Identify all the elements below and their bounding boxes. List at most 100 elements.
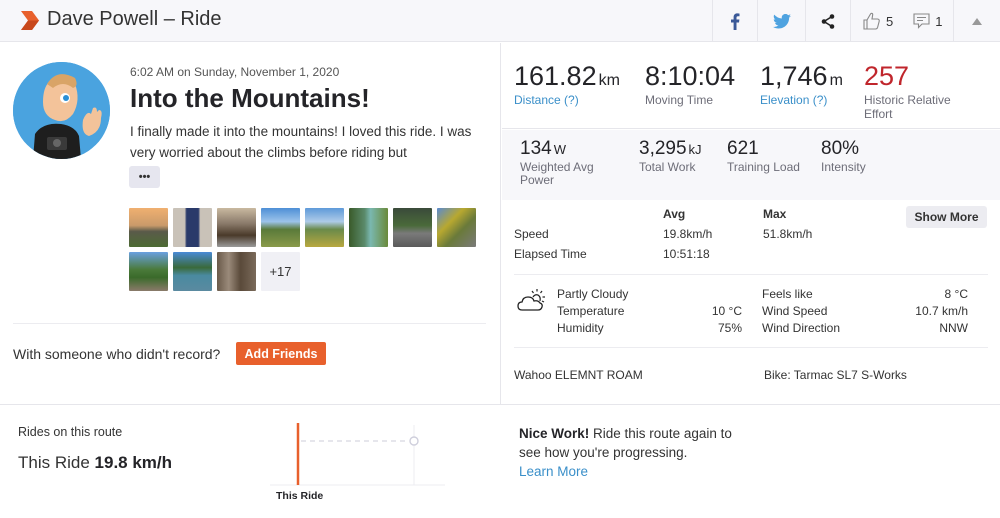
stat-value: 8:10:04 — [645, 61, 736, 91]
twitter-share-button[interactable] — [757, 0, 805, 42]
share-icon — [821, 13, 835, 29]
partly-cloudy-icon — [517, 289, 545, 311]
stat-value: 3,295 — [639, 138, 687, 159]
stat-value: 621 — [727, 138, 759, 159]
stat-distance: 161.82 km Distance (?) — [514, 61, 620, 107]
stat-elevation: 1,746 m Elevation (?) — [760, 61, 843, 107]
photo-thumbnail[interactable] — [173, 208, 212, 247]
stat-unit: m — [829, 72, 843, 89]
distance-help-link[interactable]: Distance (?) — [514, 93, 620, 107]
stat-label: Weighted Avg Power — [520, 160, 594, 187]
add-friends-button[interactable]: Add Friends — [236, 342, 326, 365]
this-ride-speed: This Ride 19.8 km/h — [18, 453, 172, 473]
thumbs-up-icon — [863, 12, 880, 30]
activity-stats: 161.82 km Distance (?) 8:10:04 Moving Tim… — [502, 43, 1000, 405]
divider — [13, 323, 486, 324]
stat-value: 161.82 — [514, 61, 597, 91]
photo-grid: +17 — [129, 208, 479, 291]
photo-thumbnail[interactable] — [129, 208, 168, 247]
secondary-stats: 134 W Weighted Avg Power 3,295 kJ Total Wo… — [502, 130, 1000, 200]
bike-name[interactable]: Bike: Tarmac SL7 S-Works — [764, 368, 907, 382]
comments-button[interactable]: 1 — [913, 13, 942, 29]
row-label-elapsed-time: Elapsed Time — [514, 247, 587, 261]
stat-value: 1,746 — [760, 61, 828, 91]
device-name: Wahoo ELEMNT ROAM — [514, 368, 643, 382]
stat-moving-time: 8:10:04 Moving Time — [645, 61, 735, 107]
nice-work-heading: Nice Work! — [519, 426, 590, 441]
stat-label: Historic Relative Effort — [864, 93, 951, 121]
facebook-icon — [731, 12, 740, 30]
stat-value: 134 — [520, 138, 552, 159]
photo-thumbnail[interactable] — [217, 208, 256, 247]
comments-count: 1 — [935, 13, 943, 29]
rides-on-route-label: Rides on this route — [18, 425, 123, 439]
activity-summary: 6:02 AM on Sunday, November 1, 2020 Into… — [0, 43, 501, 405]
stat-unit: km — [598, 72, 620, 89]
elevation-help-link[interactable]: Elevation (?) — [760, 93, 843, 107]
add-friends-prompt: With someone who didn't record? — [13, 346, 221, 362]
caret-up-icon — [972, 17, 982, 25]
this-ride-speed-value: 19.8 km/h — [94, 453, 173, 472]
photo-thumbnail[interactable] — [437, 208, 476, 247]
activity-date: 6:02 AM on Sunday, November 1, 2020 — [130, 65, 340, 79]
chart-future-point — [409, 436, 419, 446]
comment-icon — [913, 13, 930, 29]
stat-intensity: 80% Intensity — [821, 138, 866, 174]
humidity-value: 75% — [717, 321, 742, 335]
this-ride-prefix: This Ride — [18, 453, 90, 472]
photo-thumbnail[interactable] — [305, 208, 344, 247]
kudos-button[interactable]: 5 — [863, 12, 893, 30]
photo-thumbnail[interactable] — [129, 252, 168, 291]
stat-label: Training Load — [727, 160, 800, 174]
elapsed-time: 10:51:18 — [663, 247, 710, 261]
kudos-count: 5 — [886, 13, 894, 29]
divider — [0, 404, 1000, 405]
expand-description-button[interactable]: ••• — [129, 166, 160, 188]
stat-training-load: 621 Training Load — [727, 138, 800, 174]
humidity-label: Humidity — [557, 321, 604, 335]
photo-thumbnail[interactable] — [261, 208, 300, 247]
temperature-value: 10 °C — [711, 304, 742, 318]
feels-like-label: Feels like — [762, 287, 813, 301]
stat-relative-effort: 257 Historic Relative Effort — [864, 61, 974, 121]
route-progress-chart: This Ride — [265, 420, 450, 508]
stat-value: 257 — [864, 61, 910, 91]
share-button[interactable] — [805, 0, 850, 42]
row-label-speed: Speed — [514, 227, 549, 241]
learn-more-link[interactable]: Learn More — [519, 464, 588, 479]
strava-chevron-icon — [21, 11, 39, 30]
wind-direction-label: Wind Direction — [762, 321, 841, 335]
wind-speed-value: 10.7 km/h — [915, 304, 968, 318]
photo-thumbnail[interactable] — [393, 208, 432, 247]
photo-thumbnail[interactable] — [217, 252, 256, 291]
stat-total-work: 3,295 kJ Total Work — [639, 138, 702, 174]
facebook-share-button[interactable] — [712, 0, 757, 42]
more-photos-button[interactable]: +17 — [261, 252, 300, 291]
show-more-button[interactable]: Show More — [906, 206, 987, 228]
photo-thumbnail[interactable] — [349, 208, 388, 247]
photo-thumbnail[interactable] — [173, 252, 212, 291]
column-header-max: Max — [763, 207, 787, 221]
primary-stats: 161.82 km Distance (?) 8:10:04 Moving Tim… — [502, 43, 1000, 129]
chart-x-label: This Ride — [276, 490, 323, 502]
stat-label: Intensity — [821, 160, 866, 174]
activity-description: I finally made it into the mountains! I … — [130, 124, 472, 160]
twitter-icon — [772, 13, 791, 29]
column-header-avg: Avg — [663, 207, 686, 221]
route-encouragement: Nice Work! Ride this route again to see … — [519, 424, 749, 481]
stat-label: Moving Time — [645, 93, 714, 107]
stat-unit: kJ — [688, 142, 702, 157]
activity-title: Into the Mountains! — [130, 83, 370, 113]
stat-weighted-power: 134 W Weighted Avg Power — [520, 138, 620, 187]
page-header: Dave Powell – Ride 5 1 — [0, 0, 1000, 42]
athlete-avatar[interactable] — [13, 62, 110, 159]
header-actions: 5 1 — [712, 0, 1000, 42]
page-title: Dave Powell – Ride — [47, 8, 222, 30]
collapse-header-button[interactable] — [953, 0, 1000, 42]
stat-label: Total Work — [639, 160, 696, 174]
weather-panel: Partly Cloudy Temperature 10 °C Humidity… — [514, 274, 988, 348]
max-speed: 51.8km/h — [763, 227, 813, 241]
feels-like-value: 8 °C — [944, 287, 968, 301]
temperature-label: Temperature — [557, 304, 625, 318]
social-counts: 5 1 — [850, 0, 953, 42]
